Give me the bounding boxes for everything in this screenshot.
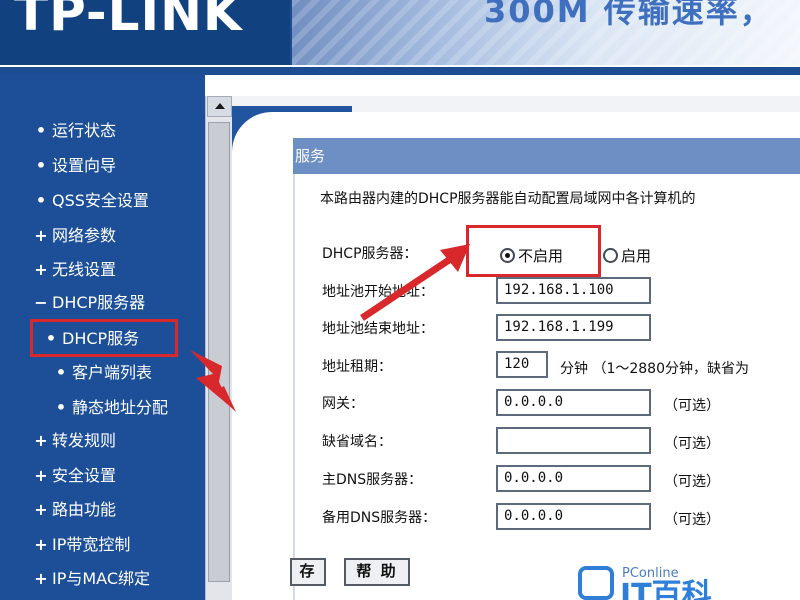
domain-optional-hint: （可选）	[664, 436, 720, 452]
banner-graphic: 300M 传输速率，	[292, 0, 800, 65]
sidebar-item-label: 静态地址分配	[72, 398, 169, 417]
sidebar-nav: • 运行状态 • 设置向导 • QSS安全设置 + 网络参数 + 无线设置 − DHCP服务…	[0, 75, 205, 600]
bullet-icon: •	[35, 191, 47, 210]
radio-unchecked-icon[interactable]	[603, 247, 618, 263]
primary-dns-input[interactable]: 0.0.0.0	[496, 465, 651, 492]
bullet-icon: •	[35, 121, 47, 140]
expand-icon: +	[34, 569, 48, 588]
radio-enable[interactable]: 启用	[603, 244, 651, 266]
pconline-logo-icon	[578, 566, 614, 600]
secondary-dns-label: 备用DNS服务器：	[322, 510, 437, 526]
annotation-box-dhcp-service	[30, 319, 178, 357]
bullet-icon: •	[35, 156, 47, 175]
lease-label: 地址租期：	[322, 359, 392, 375]
sidebar-item-label: 设置向导	[52, 156, 117, 175]
radio-enable-label: 启用	[621, 246, 652, 265]
expand-icon: +	[34, 535, 48, 554]
expand-icon: +	[34, 431, 48, 450]
sidebar-item-label: DHCP服务器	[52, 293, 146, 312]
header-banner: TP-LINK 300M 传输速率，	[0, 0, 800, 75]
gateway-input[interactable]: 0.0.0.0	[496, 389, 651, 416]
secondary-dns-optional-hint: （可选）	[664, 512, 720, 528]
end-ip-input[interactable]: 192.168.1.199	[496, 314, 651, 341]
banner-divider	[0, 65, 800, 75]
sidebar-item-label: 无线设置	[52, 260, 117, 279]
expand-icon: +	[34, 466, 48, 485]
bullet-icon: •	[55, 398, 67, 417]
expand-icon: +	[34, 260, 48, 279]
gateway-label: 网关：	[322, 396, 364, 412]
bullet-icon: •	[55, 363, 67, 382]
banner-slogan: 300M 传输速率，	[484, 0, 774, 30]
expand-icon: +	[34, 500, 48, 519]
secondary-dns-input[interactable]: 0.0.0.0	[496, 503, 651, 530]
collapse-icon: −	[34, 293, 48, 312]
primary-dns-optional-hint: （可选）	[664, 474, 720, 490]
gateway-optional-hint: （可选）	[664, 398, 720, 414]
logo-area: TP-LINK	[0, 0, 290, 65]
lease-hint: 分钟 （1～2880分钟，缺省为	[560, 361, 749, 377]
primary-dns-label: 主DNS服务器：	[322, 472, 423, 488]
save-button[interactable]: 存	[290, 558, 326, 586]
sidebar-item-label: QSS安全设置	[52, 191, 149, 210]
help-button[interactable]: 帮 助	[344, 558, 410, 586]
end-ip-label: 地址池结束地址：	[322, 321, 434, 337]
annotation-box-dhcp-option	[466, 225, 601, 277]
dhcp-server-label: DHCP服务器：	[322, 246, 418, 262]
sidebar-item-label: IP与MAC绑定	[52, 569, 151, 588]
sidebar-item-label: 安全设置	[52, 466, 117, 485]
start-ip-label: 地址池开始地址：	[322, 284, 434, 300]
domain-label: 缺省域名：	[322, 434, 392, 450]
sidebar-item-label: 网络参数	[52, 226, 117, 245]
domain-input[interactable]	[496, 427, 651, 454]
sidebar-item-label: IP带宽控制	[52, 535, 131, 554]
start-ip-input[interactable]: 192.168.1.100	[496, 277, 651, 304]
tp-link-logo: TP-LINK	[14, 0, 243, 42]
lease-input[interactable]: 120	[496, 351, 548, 378]
scroll-thumb[interactable]	[208, 122, 230, 582]
sidebar-scrollbar[interactable]	[205, 96, 232, 600]
sidebar-item-label: 运行状态	[52, 121, 117, 140]
sidebar-item-label: 路由功能	[52, 500, 117, 519]
watermark-title: IT百科	[620, 578, 712, 600]
sidebar-item-label: 转发规则	[52, 431, 117, 450]
page-description: 本路由器内建的DHCP服务器能自动配置局域网中各计算机的	[320, 191, 696, 207]
page-title: 服务	[293, 138, 800, 174]
sidebar-item-label: 客户端列表	[72, 363, 153, 382]
scroll-up-arrow-icon[interactable]	[207, 96, 232, 117]
expand-icon: +	[34, 226, 48, 245]
